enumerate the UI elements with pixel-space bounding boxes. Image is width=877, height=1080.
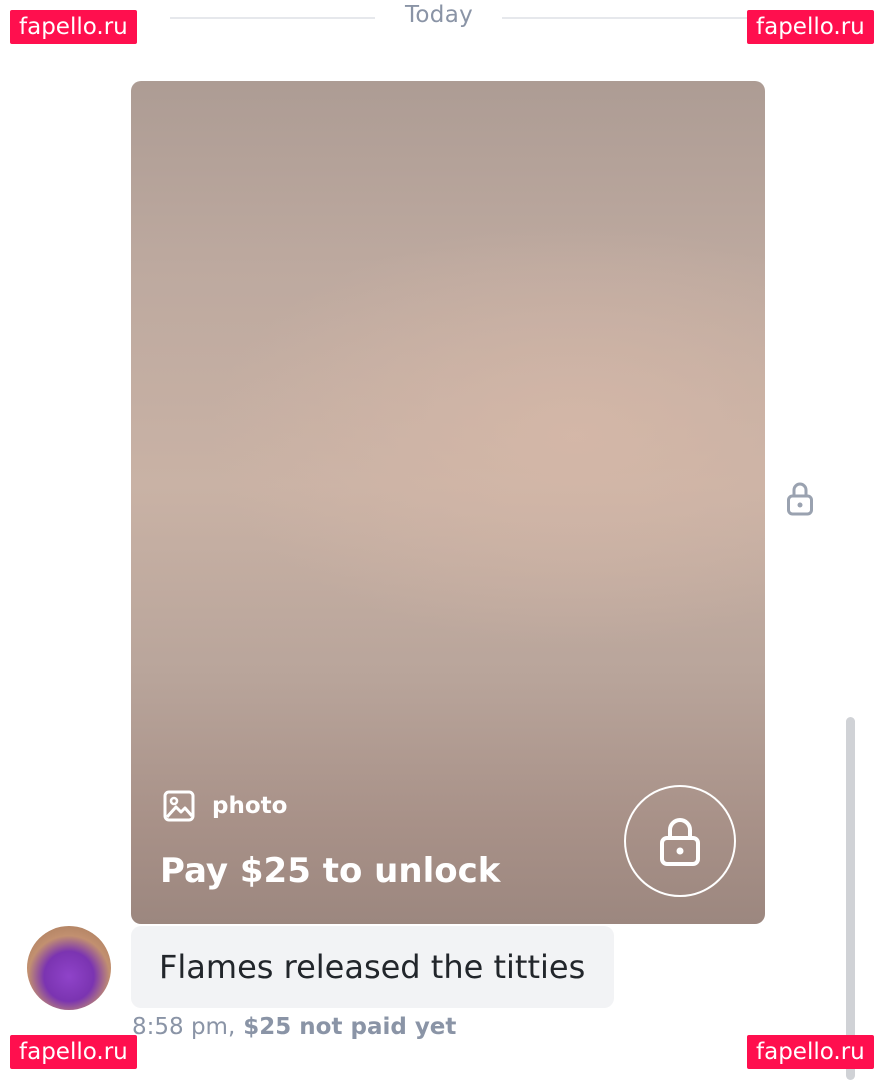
- scrollbar[interactable]: [846, 717, 855, 1080]
- message-bubble: Flames released the titties: [131, 926, 614, 1008]
- message-text: Flames released the titties: [159, 948, 586, 986]
- watermark-bottom-right: fapello.ru: [747, 1035, 874, 1069]
- media-type-tag: photo: [162, 789, 287, 823]
- locked-media-card[interactable]: photo Pay $25 to unlock: [131, 81, 765, 924]
- date-divider-label: Today: [404, 2, 474, 28]
- payment-status: $25 not paid yet: [243, 1014, 457, 1040]
- message-time: 8:58 pm,: [132, 1014, 236, 1040]
- unlock-button[interactable]: [624, 785, 736, 897]
- image-icon: [163, 790, 195, 822]
- sender-avatar[interactable]: [27, 926, 111, 1010]
- watermark-top-right: fapello.ru: [747, 10, 874, 44]
- watermark-top-left: fapello.ru: [10, 10, 137, 44]
- watermark-bottom-left: fapello.ru: [10, 1035, 137, 1069]
- message-lock-indicator: [786, 480, 814, 516]
- lock-icon: [660, 818, 700, 866]
- lock-icon: [787, 482, 813, 516]
- date-divider-line-left: [170, 17, 375, 19]
- date-divider-line-right: [502, 17, 752, 19]
- media-type-label: photo: [212, 793, 288, 819]
- message-meta: 8:58 pm, $25 not paid yet: [132, 1014, 456, 1040]
- unlock-price-text: Pay $25 to unlock: [160, 851, 501, 891]
